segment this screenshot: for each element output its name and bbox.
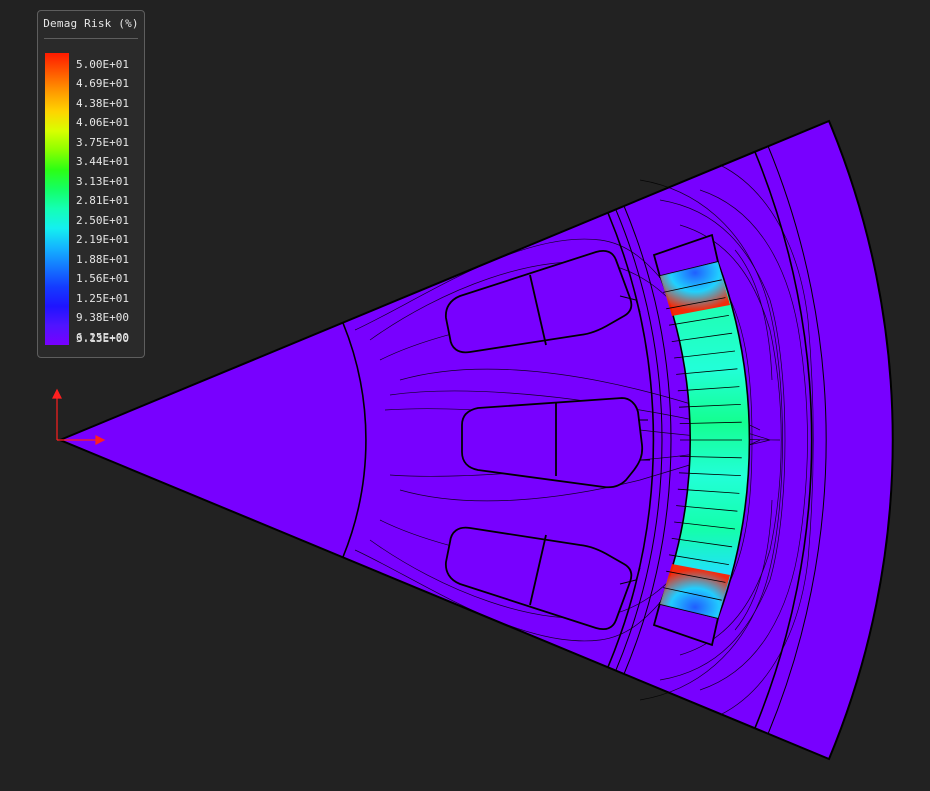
legend-label: 1.25E+01	[76, 291, 129, 305]
legend-label: 4.38E+01	[76, 96, 129, 110]
legend-label: 4.06E+01	[76, 116, 129, 130]
legend-title: Demag Risk (%)	[43, 17, 139, 30]
legend-label: 1.88E+01	[76, 252, 129, 266]
legend-label: 3.13E+00	[76, 332, 129, 345]
legend-label: 2.81E+01	[76, 194, 129, 208]
legend-divider	[44, 38, 138, 39]
legend-label: 4.69E+01	[76, 77, 129, 91]
legend-label: 9.38E+00	[76, 311, 129, 325]
legend-panel: Demag Risk (%) 5.00E+01 4.69E+01 4.38E+01 4…	[37, 10, 145, 358]
legend-label: 3.75E+01	[76, 135, 129, 149]
legend-label: 3.44E+01	[76, 155, 129, 169]
legend-color-bar	[45, 53, 69, 345]
legend-labels: 5.00E+01 4.69E+01 4.38E+01 4.06E+01 3.75E+01…	[76, 53, 142, 345]
legend-label: 3.13E+01	[76, 174, 129, 188]
legend-label: 1.56E+01	[76, 272, 129, 286]
legend-label: 5.00E+01	[76, 58, 129, 71]
legend-label: 2.19E+01	[76, 233, 129, 247]
legend-label: 2.50E+01	[76, 213, 129, 227]
rotor-pockets	[445, 249, 644, 631]
